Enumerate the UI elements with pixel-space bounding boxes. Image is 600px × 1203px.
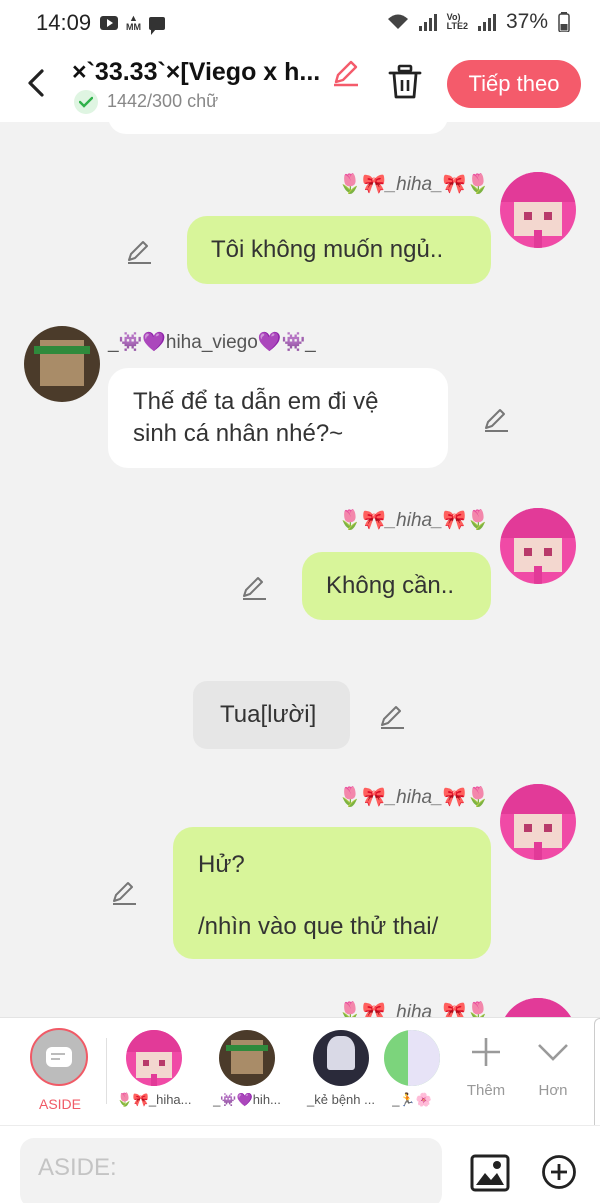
character-hiha[interactable]: 🌷🎀_hiha... — [114, 1030, 194, 1108]
speaker-name: 🌷🎀_hiha_🎀🌷 — [338, 174, 490, 195]
wifi-icon — [387, 14, 408, 29]
battery-percent: 37% — [505, 10, 548, 33]
trash-icon[interactable] — [388, 64, 422, 100]
signal-icon-2 — [477, 13, 496, 31]
character-selector: ASIDE 🌷🎀_hiha... _👾💜hih... _kẻ bệnh ... … — [0, 1017, 600, 1126]
message-bubble[interactable]: Không cần.. — [302, 552, 491, 620]
avatar-hiha[interactable] — [500, 508, 576, 584]
word-count: 1442/300 chữ — [107, 91, 219, 111]
character-label: 🌷🎀_hiha... — [116, 1092, 192, 1107]
story-header: ×`33.33`×[Viego x h... 1442/300 chữ Tiếp… — [0, 46, 600, 122]
message-text-line: /nhìn vào que thử thai/ — [198, 913, 439, 940]
message-text-line: Hử? — [198, 851, 245, 878]
character-viego[interactable]: _👾💜hih... — [207, 1030, 287, 1108]
add-label: Thêm — [466, 1082, 506, 1099]
avatar-hiha[interactable] — [500, 784, 576, 860]
compose-bar — [0, 1125, 600, 1203]
chevron-down-icon — [538, 1044, 568, 1061]
lte-icon: Vo) LTE2 — [446, 12, 468, 31]
avatar — [126, 1030, 182, 1086]
avatar — [313, 1030, 369, 1086]
aside-label: ASIDE — [38, 1096, 81, 1112]
more-button[interactable]: Hơn — [523, 1032, 583, 1099]
aside-bubble[interactable]: Tua[lười] — [193, 681, 350, 749]
check-icon — [74, 90, 98, 114]
speaker-name: _👾💜hiha_viego💜👾_ — [108, 332, 316, 353]
story-title[interactable]: ×`33.33`×[Viego x h... — [72, 58, 320, 87]
image-icon[interactable] — [470, 1154, 510, 1192]
aside-icon — [46, 1047, 72, 1067]
speaker-name: 🌷🎀_hiha_🎀🌷 — [338, 787, 490, 808]
scrollbar — [594, 1018, 600, 1126]
edit-message-icon[interactable] — [110, 879, 138, 907]
signal-icon — [418, 13, 437, 31]
aside-text: Tua[lười] — [220, 701, 317, 728]
status-time: 14:09 — [36, 10, 92, 35]
notification-icons: ▲ MM — [100, 13, 165, 35]
character-label: _kẻ bệnh ... — [307, 1092, 375, 1107]
message-text: Tôi không muốn ngủ.. — [211, 236, 444, 263]
message-text: Không cần.. — [326, 572, 455, 599]
message-bubble-partial — [108, 122, 448, 134]
edit-message-icon[interactable] — [125, 238, 153, 266]
status-bar: 14:09 ▲ MM Vo) LTE2 37% — [0, 0, 600, 46]
aside-button[interactable] — [30, 1028, 88, 1086]
avatar — [384, 1030, 440, 1086]
speaker-name: 🌷🎀_hiha_🎀🌷 — [338, 1002, 490, 1017]
edit-message-icon[interactable] — [378, 703, 406, 731]
system-icons: Vo) LTE2 37% — [387, 10, 570, 34]
message-input[interactable] — [20, 1138, 442, 1203]
character-label: _👾💜hih... — [213, 1092, 281, 1107]
mm-icon: ▲ MM — [126, 13, 141, 32]
edit-title-icon[interactable] — [330, 58, 360, 88]
avatar-hiha[interactable] — [500, 998, 576, 1017]
add-icon[interactable] — [541, 1154, 577, 1190]
plus-icon — [472, 1038, 500, 1066]
speaker-name: 🌷🎀_hiha_🎀🌷 — [338, 510, 490, 531]
divider — [106, 1038, 107, 1104]
message-bubble[interactable]: Tôi không muốn ngủ.. — [187, 216, 491, 284]
youtube-icon — [100, 16, 118, 30]
avatar — [219, 1030, 275, 1086]
add-character-button[interactable]: Thêm — [456, 1032, 516, 1099]
more-label: Hơn — [538, 1082, 568, 1099]
battery-icon — [558, 12, 570, 32]
message-icon — [149, 16, 165, 35]
back-arrow-icon[interactable] — [26, 68, 46, 98]
character-ke-benh[interactable]: _kẻ bệnh ... — [301, 1030, 381, 1107]
next-button[interactable]: Tiếp theo — [447, 60, 581, 108]
chat-area[interactable]: 🌷🎀_hiha_🎀🌷 Tôi không muốn ngủ.. _👾💜hiha_… — [0, 122, 600, 1017]
edit-message-icon[interactable] — [240, 574, 268, 602]
avatar-viego[interactable] — [24, 326, 100, 402]
edit-message-icon[interactable] — [482, 406, 510, 434]
message-bubble[interactable]: Hử? /nhìn vào que thử thai/ — [173, 827, 491, 959]
message-text: Thế để ta dẫn em đi vệ sinh cá nhân nhé?… — [133, 388, 379, 447]
avatar-hiha[interactable] — [500, 172, 576, 248]
character-label: _🏃🌸 — [392, 1092, 432, 1107]
character-fourth[interactable]: _🏃🌸 — [382, 1030, 442, 1108]
message-bubble[interactable]: Thế để ta dẫn em đi vệ sinh cá nhân nhé?… — [108, 368, 448, 468]
